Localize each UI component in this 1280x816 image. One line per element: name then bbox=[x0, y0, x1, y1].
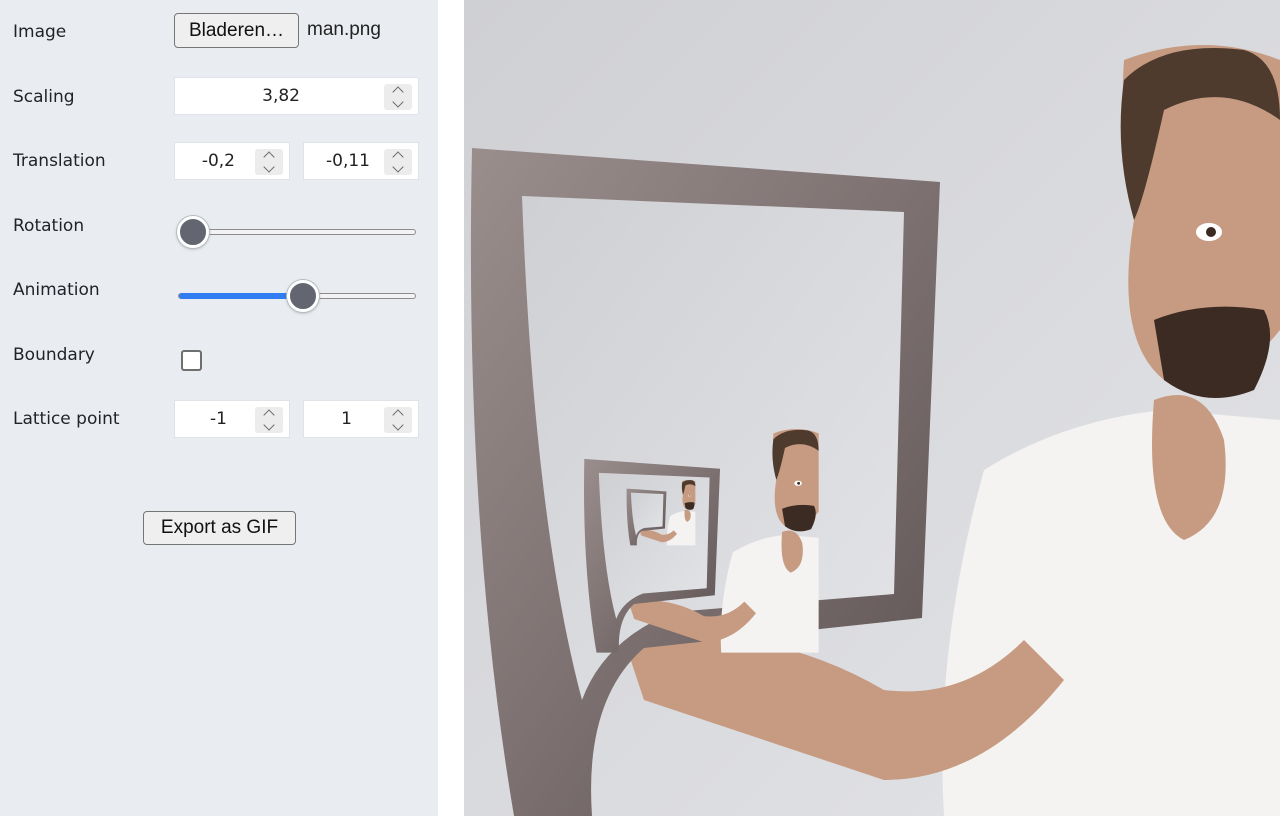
translation-x-value: -0,2 bbox=[201, 151, 235, 171]
file-name: man.png bbox=[307, 19, 381, 40]
droste-canvas[interactable] bbox=[464, 0, 1280, 816]
translation-x-input[interactable]: -0,2 bbox=[174, 142, 290, 180]
translation-y-value: -0,11 bbox=[326, 151, 370, 171]
translation-x-stepper[interactable] bbox=[255, 149, 283, 175]
animation-slider-thumb[interactable] bbox=[287, 280, 319, 312]
lattice-a-value: -1 bbox=[210, 409, 227, 429]
animation-label: Animation bbox=[13, 280, 100, 300]
translation-label: Translation bbox=[13, 151, 106, 171]
rotation-slider-thumb[interactable] bbox=[177, 216, 209, 248]
browse-button[interactable]: Bladeren… bbox=[174, 13, 299, 48]
export-gif-button[interactable]: Export as GIF bbox=[143, 511, 296, 545]
scaling-stepper[interactable] bbox=[384, 84, 412, 110]
droste-image bbox=[464, 0, 1280, 816]
chevron-down-icon[interactable] bbox=[263, 419, 275, 431]
translation-y-stepper[interactable] bbox=[384, 149, 412, 175]
chevron-down-icon[interactable] bbox=[392, 96, 404, 108]
lattice-b-stepper[interactable] bbox=[384, 407, 412, 433]
scaling-value: 3,82 bbox=[262, 86, 300, 106]
translation-y-input[interactable]: -0,11 bbox=[303, 142, 419, 180]
lattice-a-input[interactable]: -1 bbox=[174, 400, 290, 438]
boundary-checkbox[interactable] bbox=[181, 350, 202, 371]
lattice-point-label: Lattice point bbox=[13, 409, 120, 429]
chevron-down-icon[interactable] bbox=[263, 161, 275, 173]
rotation-label: Rotation bbox=[13, 216, 85, 236]
animation-slider[interactable] bbox=[178, 280, 416, 312]
chevron-down-icon[interactable] bbox=[392, 161, 404, 173]
animation-slider-fill bbox=[179, 293, 303, 299]
scaling-label: Scaling bbox=[13, 87, 75, 107]
scaling-input[interactable]: 3,82 bbox=[174, 77, 419, 115]
image-label: Image bbox=[13, 22, 67, 42]
lattice-b-input[interactable]: 1 bbox=[303, 400, 419, 438]
boundary-label: Boundary bbox=[13, 345, 95, 365]
controls-panel: Image Bladeren… man.png Scaling 3,82 Tra… bbox=[0, 0, 438, 816]
lattice-a-stepper[interactable] bbox=[255, 407, 283, 433]
rotation-slider[interactable] bbox=[177, 216, 416, 248]
chevron-down-icon[interactable] bbox=[392, 419, 404, 431]
lattice-b-value: 1 bbox=[341, 409, 352, 429]
